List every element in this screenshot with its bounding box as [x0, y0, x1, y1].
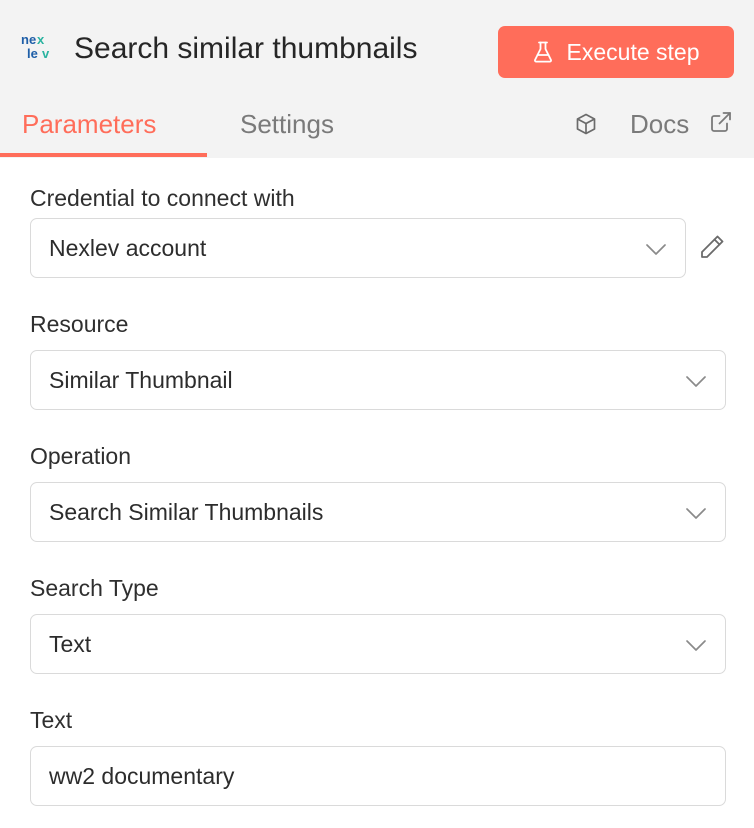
credential-value: Nexlev account — [49, 235, 207, 261]
svg-text:le: le — [27, 46, 38, 61]
node-header: ne x le v Search similar thumbnails Exec… — [0, 0, 754, 158]
nexlev-logo-icon: ne x le v — [21, 32, 50, 61]
chevron-down-icon — [646, 244, 666, 255]
svg-text:x: x — [37, 32, 45, 47]
tab-settings[interactable]: Settings — [240, 107, 334, 141]
search-type-label: Search Type — [30, 575, 159, 601]
pencil-icon[interactable] — [698, 233, 726, 261]
svg-text:ne: ne — [21, 32, 36, 47]
tab-parameters[interactable]: Parameters — [22, 107, 156, 141]
chevron-down-icon — [686, 376, 706, 387]
cube-icon[interactable] — [574, 112, 598, 136]
search-type-select[interactable]: Text — [30, 614, 726, 674]
search-type-value: Text — [49, 631, 92, 657]
credential-select[interactable]: Nexlev account — [30, 218, 686, 278]
flask-icon — [533, 41, 552, 63]
active-tab-indicator — [0, 153, 207, 157]
chevron-down-icon — [686, 640, 706, 651]
svg-text:v: v — [42, 46, 50, 61]
resource-select[interactable]: Similar Thumbnail — [30, 350, 726, 410]
credential-label: Credential to connect with — [30, 185, 295, 211]
external-link-icon[interactable] — [710, 111, 732, 133]
execute-step-button[interactable]: Execute step — [498, 26, 734, 78]
execute-step-label: Execute step — [566, 39, 700, 65]
operation-value: Search Similar Thumbnails — [49, 499, 324, 525]
docs-link[interactable]: Docs — [630, 107, 689, 141]
resource-label: Resource — [30, 311, 129, 337]
node-title: Search similar thumbnails — [74, 32, 418, 65]
text-label: Text — [30, 707, 73, 733]
operation-select[interactable]: Search Similar Thumbnails — [30, 482, 726, 542]
resource-value: Similar Thumbnail — [49, 367, 233, 393]
text-input-value: ww2 documentary — [49, 763, 235, 789]
text-input[interactable]: ww2 documentary — [30, 746, 726, 806]
chevron-down-icon — [686, 508, 706, 519]
operation-label: Operation — [30, 443, 132, 469]
